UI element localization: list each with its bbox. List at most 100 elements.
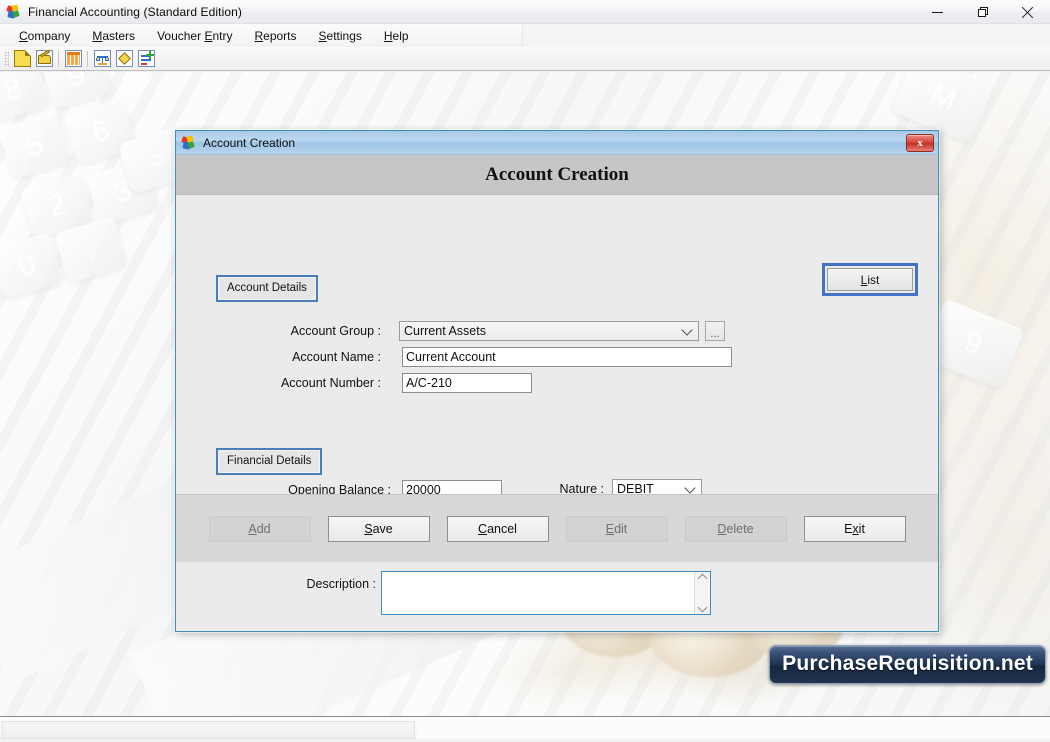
- delete-button-accel: D: [717, 521, 727, 536]
- new-document-icon: [13, 50, 31, 67]
- toolbar: [0, 47, 1050, 71]
- cancel-button[interactable]: Cancel: [446, 515, 549, 542]
- cancel-button-label: ancel: [487, 521, 517, 536]
- add-button[interactable]: Add: [208, 515, 311, 542]
- description-scrollbar[interactable]: [694, 572, 710, 614]
- delete-button-label: elete: [726, 521, 754, 536]
- save-button-accel: S: [364, 521, 373, 536]
- statusbar-panel-1: [2, 720, 415, 739]
- window-title: Financial Accounting (Standard Edition): [28, 4, 243, 19]
- account-group-browse-button[interactable]: ...: [705, 321, 725, 341]
- description-field-wrapper: [381, 571, 711, 615]
- toolbar-separator: [58, 50, 59, 67]
- field-row-account-group: Account Group : Current Assets ...: [226, 321, 725, 341]
- menu-item-voucher-entry[interactable]: Voucher Entry: [146, 26, 243, 46]
- menubar: Company Masters Voucher Entry Reports Se…: [0, 24, 1050, 47]
- cancel-button-accel: C: [478, 521, 488, 536]
- account-name-input[interactable]: [402, 347, 732, 367]
- add-report-chart-icon: [137, 50, 155, 67]
- scroll-up-icon: [697, 573, 708, 584]
- field-row-description: Description :: [226, 577, 376, 591]
- dialog-body: Account Details List Account Group : Cur…: [176, 195, 938, 615]
- account-number-input[interactable]: [402, 373, 532, 393]
- add-button-accel: A: [248, 521, 257, 536]
- trial-balance-scale-icon: [93, 50, 111, 67]
- description-textarea[interactable]: [382, 572, 694, 614]
- dialog-close-icon: x: [917, 137, 923, 149]
- toolbar-open-folder-edit-button[interactable]: [34, 49, 54, 69]
- list-button-label: ist: [867, 272, 880, 287]
- close-button[interactable]: [1005, 0, 1050, 24]
- menu-item-reports[interactable]: Reports: [243, 26, 307, 46]
- dialog-close-button[interactable]: x: [906, 134, 934, 152]
- chevron-down-icon: [684, 482, 696, 494]
- toolbar-new-document-button[interactable]: [12, 49, 32, 69]
- edit-button-label: dit: [614, 521, 628, 536]
- add-button-label: dd: [256, 521, 271, 536]
- toolbar-ledger-grid-button[interactable]: [63, 49, 83, 69]
- menu-item-settings[interactable]: Settings: [308, 26, 373, 46]
- diamond-voucher-icon: [115, 50, 133, 67]
- dialog-app-icon: [181, 134, 197, 151]
- toolbar-grip[interactable]: [4, 50, 9, 67]
- toolbar-trial-balance-button[interactable]: [92, 49, 112, 69]
- exit-button[interactable]: Ex it: [803, 515, 906, 542]
- delete-button[interactable]: Delete: [684, 515, 787, 542]
- dialog-banner: Account Creation: [176, 155, 938, 195]
- toolbar-separator: [87, 50, 88, 67]
- minimize-button[interactable]: [915, 0, 960, 24]
- exit-button-label: E: [844, 521, 853, 536]
- mdi-workspace: 8 9 5 6 2 3 0 . = M 9 Account Creation x: [0, 72, 1050, 716]
- list-button-focus-ring: List: [822, 263, 918, 296]
- dialog-button-bar: Add Save Cancel Edit Delete Ex it: [176, 494, 938, 562]
- save-button[interactable]: Save: [327, 515, 430, 542]
- section-tab-account-details-label: Account Details: [227, 282, 307, 294]
- window-titlebar: Financial Accounting (Standard Edition): [0, 0, 1050, 24]
- account-creation-dialog: Account Creation x Account Creation Acco…: [175, 130, 939, 632]
- field-row-account-name: Account Name :: [226, 347, 732, 367]
- toolbar-voucher-button[interactable]: [114, 49, 134, 69]
- menu-item-company[interactable]: Company: [8, 26, 81, 46]
- description-label: Description :: [306, 577, 376, 591]
- watermark-text: PurchaseRequisition.net: [782, 652, 1033, 675]
- section-tab-financial-details-label: Financial Details: [227, 455, 312, 467]
- menu-label-settings: ettings: [326, 28, 362, 43]
- close-icon: [1021, 6, 1034, 19]
- ledger-grid-icon: [64, 50, 82, 67]
- toolbar-add-report-button[interactable]: [136, 49, 156, 69]
- account-group-combobox[interactable]: Current Assets: [399, 321, 699, 341]
- watermark-badge: PurchaseRequisition.net: [769, 645, 1046, 684]
- app-puzzle-icon: [6, 3, 22, 20]
- menu-label-masters: asters: [102, 28, 136, 43]
- statusbar: [0, 716, 1050, 742]
- menu-label-company: ompany: [27, 28, 71, 43]
- open-folder-edit-icon: [35, 49, 53, 67]
- section-tab-account-details[interactable]: Account Details: [216, 275, 318, 302]
- dialog-title: Account Creation: [203, 135, 296, 150]
- restore-icon: [977, 7, 988, 17]
- menu-item-help[interactable]: Help: [373, 26, 420, 46]
- section-tab-financial-details[interactable]: Financial Details: [216, 448, 323, 475]
- menu-item-masters[interactable]: Masters: [81, 26, 146, 46]
- account-name-label: Account Name :: [292, 350, 381, 364]
- menu-label-reports: eports: [263, 28, 297, 43]
- exit-button-label-tail: it: [858, 521, 865, 536]
- account-group-value: Current Assets: [404, 324, 486, 338]
- edit-button[interactable]: Edit: [565, 515, 668, 542]
- account-group-label: Account Group :: [290, 324, 381, 338]
- scroll-down-icon: [697, 602, 708, 613]
- minimize-icon: [932, 11, 943, 13]
- edit-button-accel: E: [605, 521, 615, 536]
- menu-label-help: elp: [392, 28, 409, 43]
- account-group-browse-label: ...: [710, 328, 720, 340]
- statusbar-panel-2: [417, 720, 1050, 739]
- dialog-banner-title: Account Creation: [485, 163, 629, 185]
- dialog-titlebar: Account Creation x: [176, 131, 938, 155]
- list-button[interactable]: List: [827, 268, 913, 291]
- chevron-down-icon: [681, 324, 693, 336]
- restore-button[interactable]: [960, 0, 1005, 24]
- field-row-account-number: Account Number :: [226, 373, 532, 393]
- window-controls: [915, 0, 1050, 24]
- application-window: Financial Accounting (Standard Edition) …: [0, 0, 1050, 742]
- list-button-accel: L: [860, 272, 868, 287]
